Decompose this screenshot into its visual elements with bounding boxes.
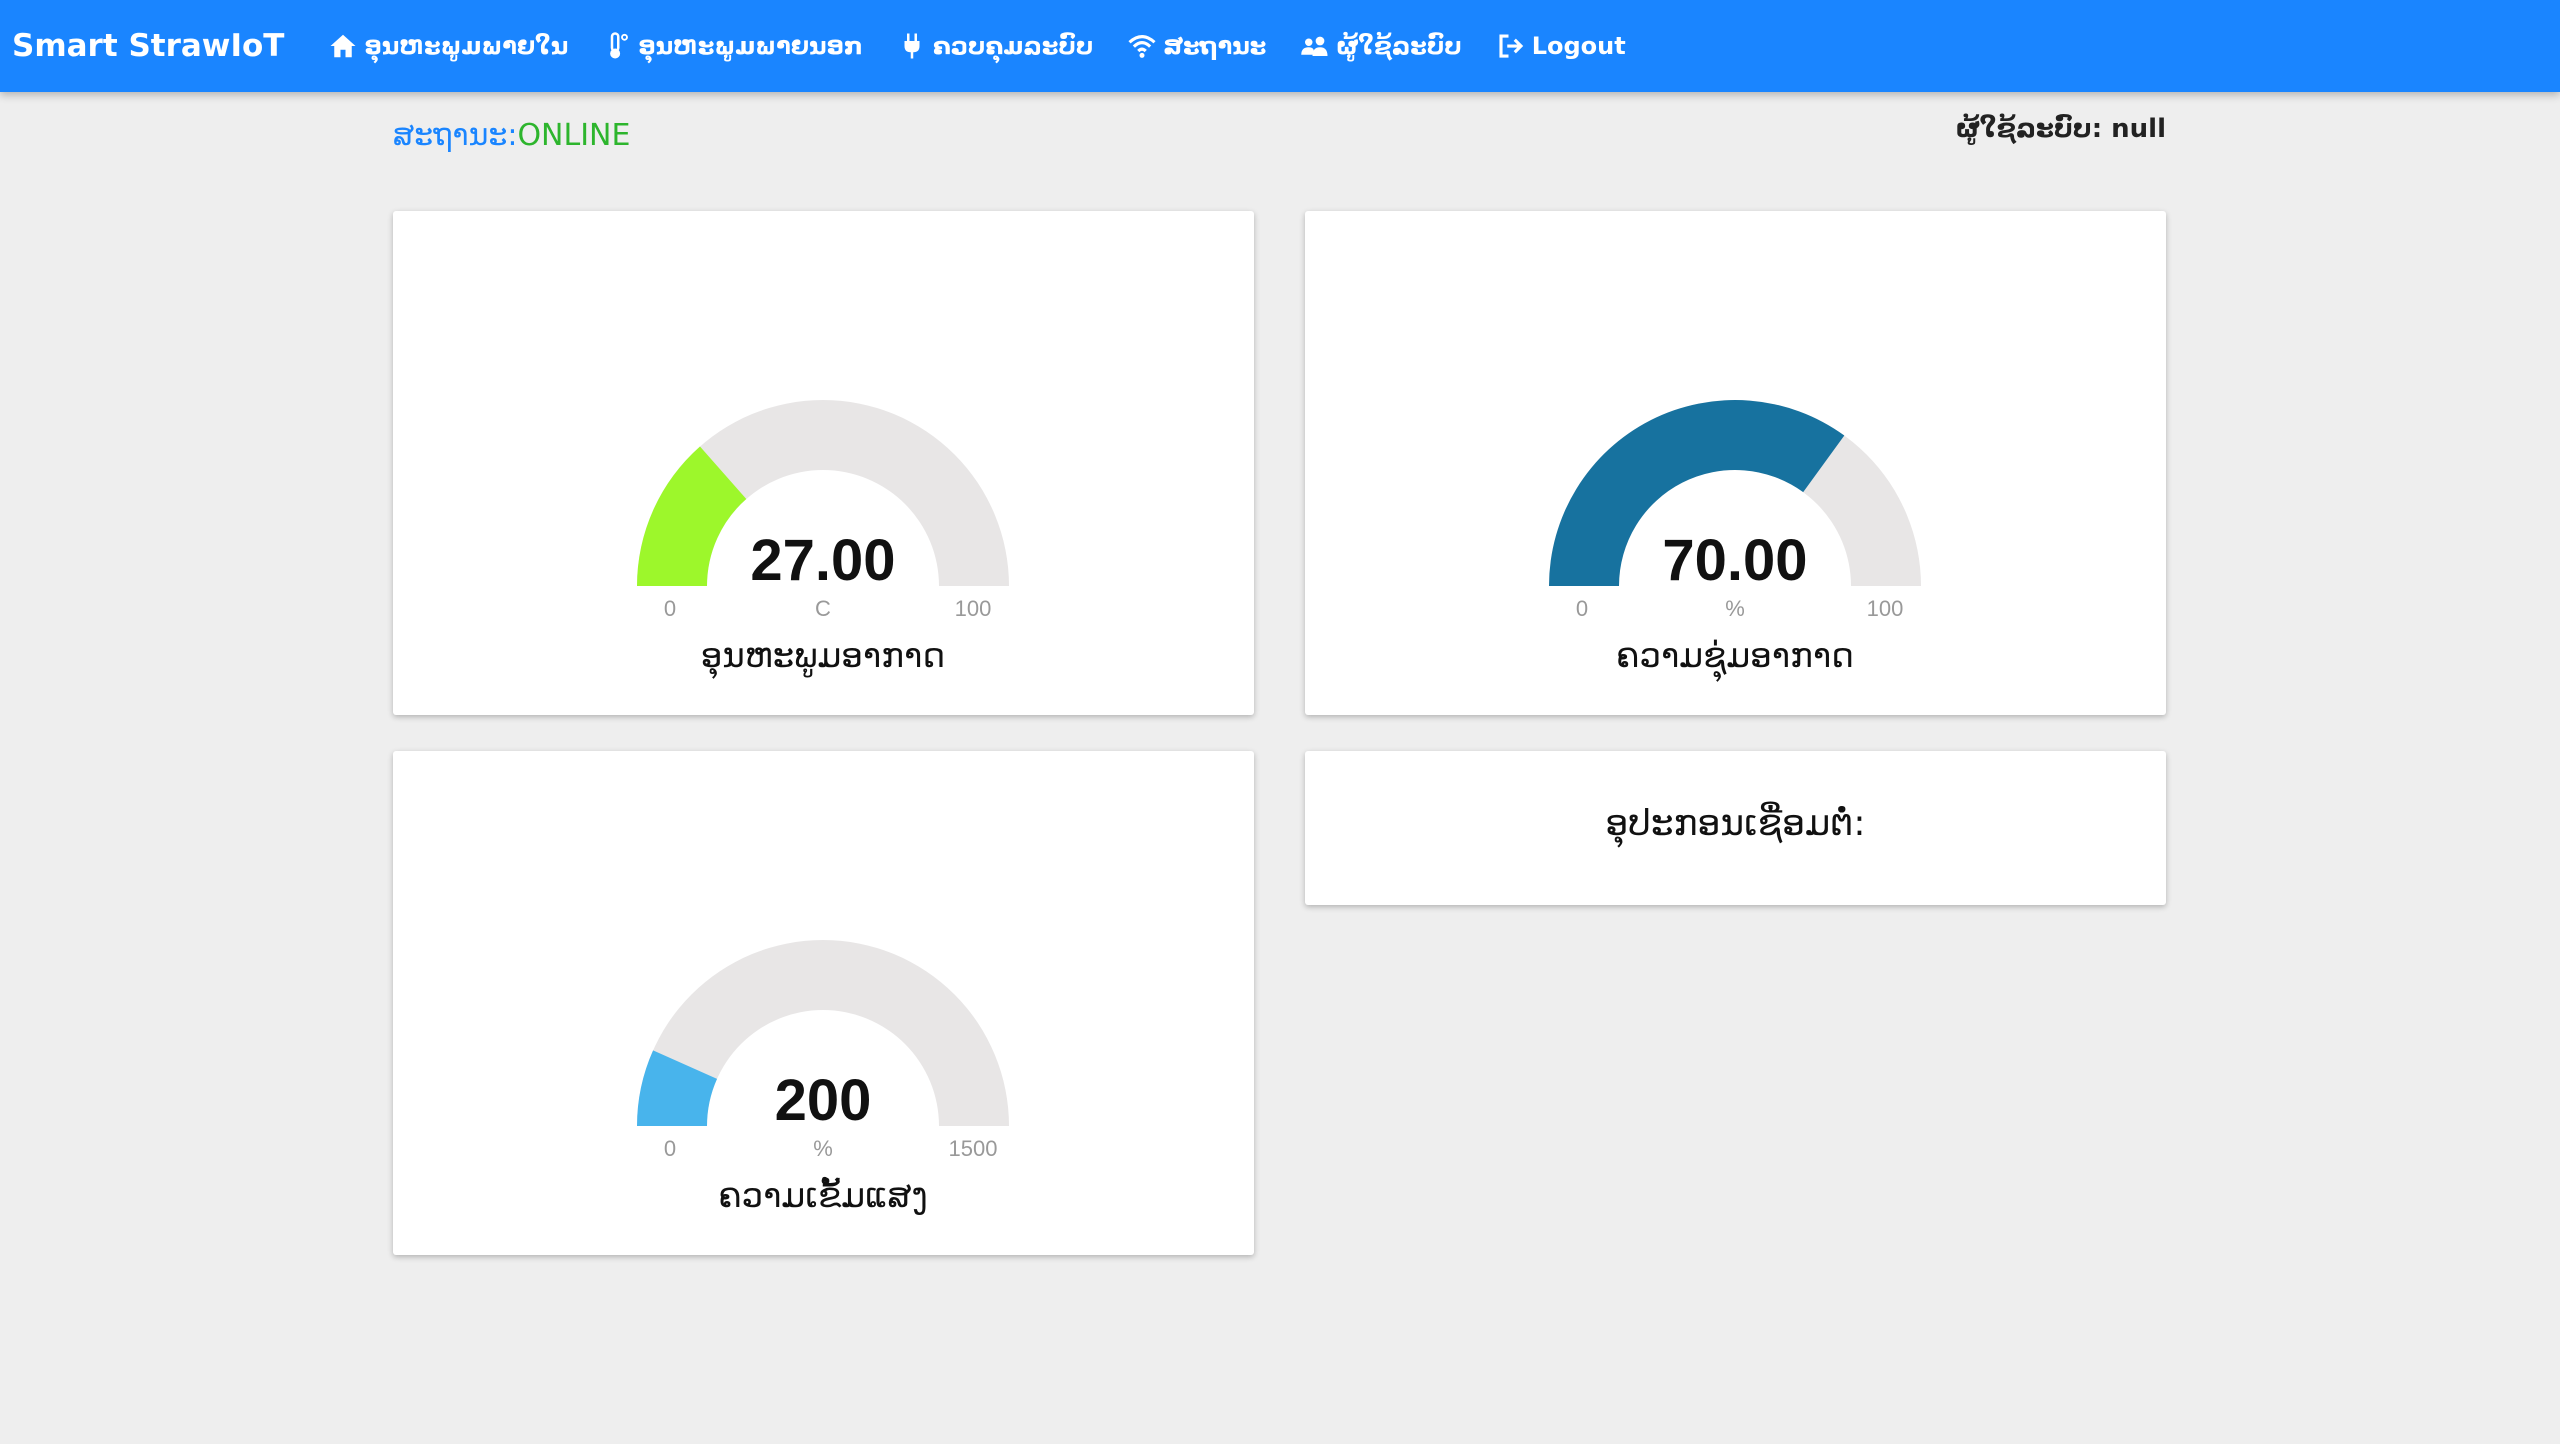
humidity-gauge-card: 70.00 0 % 100 ຄວາມຊຸ່ມອາກາດ [1305, 211, 2166, 715]
temperature-gauge: 27.00 0 C 100 ອຸນຫະພູມອາກາດ [637, 400, 1009, 679]
nav-item-control[interactable]: ຄວບຄຸມລະບົບ [897, 31, 1093, 61]
user-value: null [2111, 114, 2166, 144]
gauge-unit: % [813, 1136, 833, 1161]
humidity-gauge: 70.00 0 % 100 ຄວາມຊຸ່ມອາກາດ [1549, 400, 1921, 682]
gauge-label: ຄວາມເຂັ້ມແສງ [718, 1176, 928, 1216]
wifi-icon [1127, 31, 1157, 61]
gauge-max: 1500 [949, 1136, 998, 1161]
gauge-label: ອຸນຫະພູມອາກາດ [701, 636, 945, 679]
nav-item-label: ອຸນຫະພູມພາຍໃນ [364, 32, 569, 60]
brand-title[interactable]: Smart StrawIoT [12, 28, 284, 64]
logout-icon [1496, 31, 1526, 61]
nav-item-status[interactable]: ສະຖານະ [1127, 31, 1266, 61]
connected-devices-card: ອຸປະກອນເຊື່ອມຕໍ່: [1305, 751, 2166, 905]
nav-item-outdoor-temp[interactable]: ອຸນຫະພູມພາຍນອກ [602, 31, 863, 61]
gauge-value: 200 [775, 1068, 872, 1133]
nav-item-logout[interactable]: Logout [1496, 31, 1626, 61]
nav-item-label: Logout [1531, 32, 1626, 60]
nav-item-label: ຜູ້ໃຊ້ລະບົບ [1336, 32, 1462, 60]
current-user: ຜູ້ໃຊ້ລະບົບ: null [1956, 114, 2166, 144]
gauge-min: 0 [1576, 596, 1588, 621]
connection-status: ສະຖານະ:ONLINE [393, 118, 630, 153]
status-label: ສະຖານະ: [393, 118, 518, 153]
plug-icon [897, 31, 927, 61]
gauge-unit: C [815, 596, 831, 621]
gauge-label: ຄວາມຊຸ່ມອາກາດ [1616, 636, 1854, 682]
thermometer-icon [602, 31, 632, 61]
top-navbar: Smart StrawIoT ອຸນຫະພູມພາຍໃນ ອຸນຫະພູມພາຍ… [0, 0, 2560, 92]
nav-item-label: ຄວບຄຸມລະບົບ [932, 32, 1094, 60]
gauge-unit: % [1725, 596, 1745, 621]
temperature-gauge-card: 27.00 0 C 100 ອຸນຫະພູມອາກາດ [393, 211, 1254, 715]
gauge-max: 100 [955, 596, 992, 621]
status-value: ONLINE [517, 118, 631, 153]
gauge-value: 27.00 [750, 528, 895, 593]
nav-item-label: ສະຖານະ [1163, 32, 1267, 60]
gauge-min: 0 [664, 1136, 676, 1161]
light-gauge-card: 200 0 % 1500 ຄວາມເຂັ້ມແສງ [393, 751, 1254, 1255]
home-icon [328, 31, 358, 61]
gauge-value: 70.00 [1662, 528, 1807, 593]
gauge-max: 100 [1867, 596, 1904, 621]
nav-item-label: ອຸນຫະພູມພາຍນອກ [638, 32, 863, 60]
light-gauge: 200 0 % 1500 ຄວາມເຂັ້ມແສງ [637, 940, 1009, 1216]
user-label: ຜູ້ໃຊ້ລະບົບ: [1955, 114, 2103, 144]
connected-devices-title: ອຸປະກອນເຊື່ອມຕໍ່: [1605, 803, 1866, 844]
gauge-min: 0 [664, 596, 676, 621]
nav-item-users[interactable]: ຜູ້ໃຊ້ລະບົບ [1300, 31, 1462, 61]
users-icon [1300, 31, 1330, 61]
nav-item-indoor-temp[interactable]: ອຸນຫະພູມພາຍໃນ [328, 31, 568, 61]
